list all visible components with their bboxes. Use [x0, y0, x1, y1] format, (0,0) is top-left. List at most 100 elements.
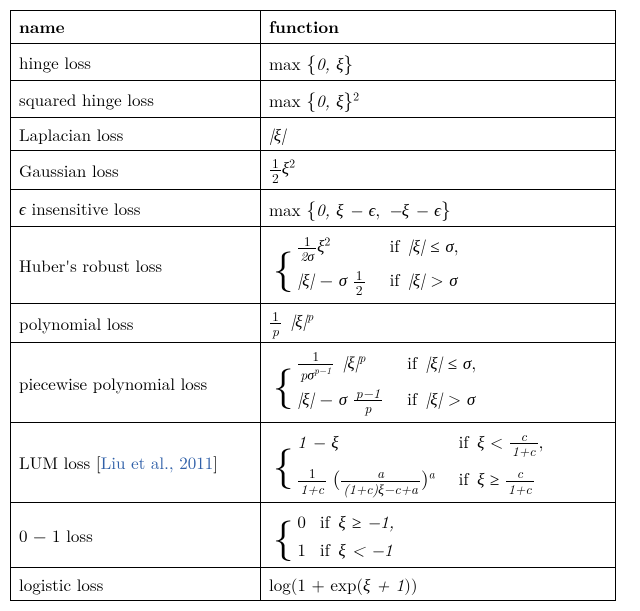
table-row: logistic loss log(1 + exp(ξ + 1)): [11, 567, 616, 600]
abs-xi: |ξ|: [408, 267, 425, 291]
loss-function: max {0, ξ}2: [261, 81, 616, 118]
case-cond: if |ξ| ≤ σ,: [372, 231, 465, 265]
lbrace: {: [306, 85, 316, 113]
frac-den: 1+c: [298, 482, 326, 496]
abs-xi: |ξ|: [297, 386, 314, 410]
fn-arg1: 0,: [316, 197, 336, 221]
table-row: 0 − 1 loss { 0 if ξ ≥ −1,: [11, 502, 616, 567]
minus: −: [314, 267, 339, 291]
table-row: polynomial loss 1 p |ξ|p: [11, 304, 616, 343]
log: log: [269, 572, 291, 596]
exp-2: 2: [324, 233, 330, 249]
loss-name: squared hinge loss: [11, 81, 261, 118]
one-plus: 1 +: [297, 572, 330, 596]
sigma: σ: [339, 386, 347, 410]
frac-den: pσp−1: [298, 365, 333, 382]
lparen: (: [356, 572, 363, 596]
cond: ξ < −1: [338, 537, 392, 561]
case-expr: 1 − ξ: [297, 427, 440, 461]
den-exp: p−1: [314, 363, 331, 377]
loss-name: LUM loss [Liu et al., 2011]: [11, 422, 261, 502]
loss-function: { 1 2σ ξ2 if |ξ| ≤ σ,: [261, 227, 616, 304]
table-header-row: name function: [11, 11, 616, 44]
if: if: [459, 429, 469, 453]
case-cond: if |ξ| > σ: [372, 265, 465, 299]
case-cond: if ξ ≥ c1+c: [441, 461, 550, 498]
exp: exp: [330, 572, 356, 596]
loss-function: 1 p |ξ|p: [261, 304, 616, 343]
abs-xi: |ξ|: [408, 233, 425, 257]
case-cond: if |ξ| > σ: [389, 384, 482, 418]
arg: ξ + 1: [363, 572, 404, 596]
loss-name: Laplacian loss: [11, 118, 261, 151]
frac-half: 1 2: [354, 268, 365, 298]
loss-function: 1 2 ξ2: [261, 151, 616, 190]
minus: −: [314, 386, 339, 410]
loss-name: ϵ insensitive loss: [11, 190, 261, 227]
abs-xi: |ξ|: [343, 350, 360, 374]
table-row: squared hinge loss max {0, ξ}2: [11, 81, 616, 118]
lparen: (: [291, 572, 298, 596]
case-cond: if |ξ| ≤ σ,: [389, 347, 482, 383]
case-expr: 1 2σ ξ2: [297, 231, 371, 265]
cases-block: { 1 pσp−1 |ξ|p if |ξ| ≤ σ: [273, 347, 482, 417]
fn-arg: 0, ξ: [316, 88, 343, 112]
fn-text: max: [269, 197, 301, 221]
frac: 1 p: [270, 309, 281, 339]
name-post: ]: [213, 450, 218, 474]
lt: <: [484, 429, 509, 453]
loss-name: 0 − 1 loss: [11, 502, 261, 567]
case-expr: 1 1+c (a(1+c)ξ−c+a)a: [297, 461, 440, 498]
if: if: [390, 267, 400, 291]
exp-2: 2: [353, 88, 359, 104]
fn-arg2: ξ − ϵ: [336, 197, 375, 221]
case-cond: if ξ ≥ −1,: [312, 507, 400, 535]
table-row: Gaussian loss 1 2 ξ2: [11, 151, 616, 190]
case-expr: 1 pσp−1 |ξ|p: [297, 347, 389, 383]
abs-xi: |ξ|: [426, 386, 443, 410]
rparen: ): [404, 572, 411, 596]
fn-arg3: −ξ − ϵ: [389, 197, 441, 221]
ge: ≥: [484, 466, 505, 490]
table-row: ϵ insensitive loss max {0, ξ − ϵ, −ξ − ϵ…: [11, 190, 616, 227]
frac-den: p: [354, 401, 382, 415]
cases-block: { 1 2σ ξ2 if |ξ| ≤ σ,: [273, 231, 465, 299]
loss-name: piecewise polynomial loss: [11, 343, 261, 422]
citation-link[interactable]: Liu et al., 2011: [101, 450, 214, 474]
frac-den: 1+c: [510, 444, 538, 458]
frac: c1+c: [506, 466, 534, 496]
abs-xi: |ξ|: [426, 350, 443, 374]
loss-function: max {0, ξ − ϵ, −ξ − ϵ}: [261, 190, 616, 227]
loss-name: polynomial loss: [11, 304, 261, 343]
case-expr: 1: [297, 535, 312, 563]
fn-text: max: [269, 88, 301, 112]
abs-xi: |ξ|: [269, 122, 286, 146]
sigma: σ: [339, 267, 347, 291]
lbrace: {: [306, 48, 316, 76]
name-text: insensitive loss: [26, 196, 141, 220]
lparen: (: [333, 463, 341, 491]
table-row: hinge loss max {0, ξ}: [11, 44, 616, 81]
fn-text: max: [269, 51, 301, 75]
loss-name: Gaussian loss: [11, 151, 261, 190]
brace-icon: {: [273, 231, 297, 299]
frac: 1 pσp−1: [298, 349, 333, 381]
cond: ξ ≥ −1,: [338, 509, 394, 533]
table-row: Huber's robust loss { 1 2σ ξ2: [11, 227, 616, 304]
le: ≤: [442, 350, 463, 374]
loss-function: |ξ|: [261, 118, 616, 151]
col-name-header: name: [11, 11, 261, 44]
loss-function: { 0 if ξ ≥ −1, 1 if ξ <: [261, 502, 616, 567]
table-row: Laplacian loss |ξ|: [11, 118, 616, 151]
loss-function: { 1 pσp−1 |ξ|p if |ξ| ≤ σ: [261, 343, 616, 422]
exp-p: p: [307, 309, 313, 325]
sigma: σ: [463, 350, 471, 374]
if: if: [390, 233, 400, 257]
frac: 1 1+c: [298, 466, 326, 496]
cases-block: { 1 − ξ if ξ < c1+c,: [273, 427, 549, 498]
frac-den: 2: [354, 283, 365, 297]
sigma: σ: [445, 233, 453, 257]
sigma: σ: [467, 386, 475, 410]
case-cond: if ξ < c1+c,: [441, 427, 550, 461]
case-expr: |ξ| − σ 1 2: [297, 265, 371, 299]
